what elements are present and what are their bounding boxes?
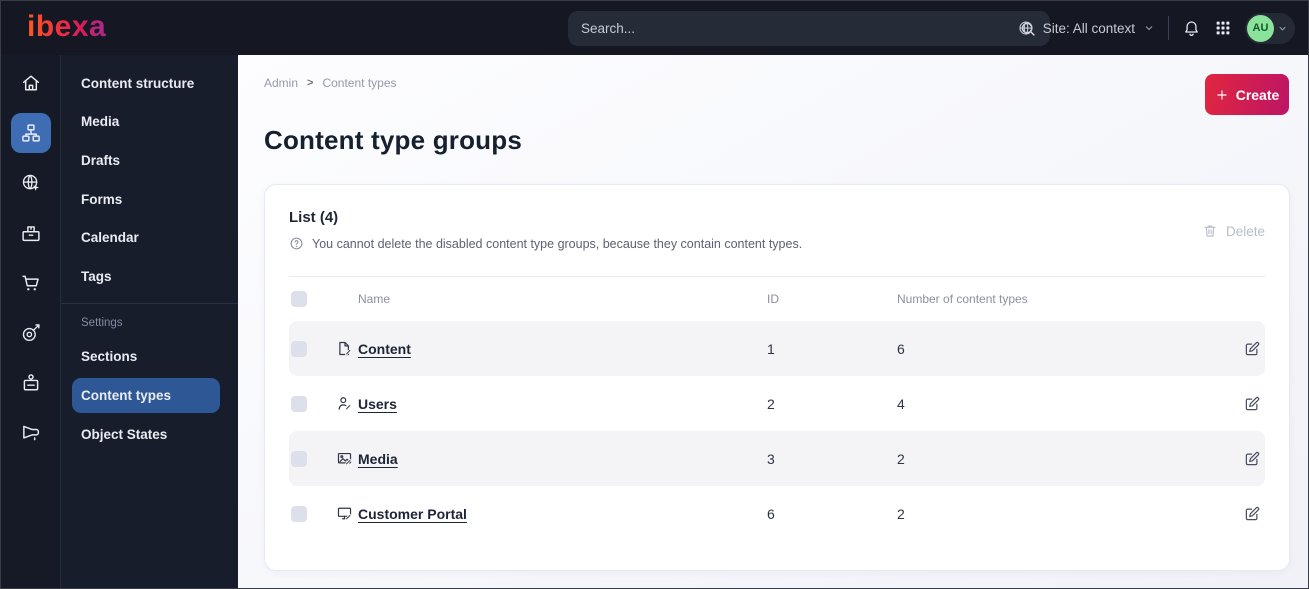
page-title: Content type groups [264, 125, 523, 155]
sidebar-item-sections[interactable]: Sections [61, 338, 238, 377]
chevron-down-icon [1143, 22, 1155, 34]
app-switcher-button[interactable] [1214, 19, 1232, 37]
rail-item-products[interactable] [11, 213, 51, 253]
table-row: Media 3 2 [289, 431, 1265, 486]
rail-item-audience[interactable] [11, 313, 51, 353]
sidebar-item-tags[interactable]: Tags [61, 257, 238, 296]
column-id: ID [767, 292, 779, 306]
ibexa-logo: ibexa [27, 10, 107, 43]
group-name-link[interactable]: Users [358, 396, 767, 412]
sidebar-item-drafts[interactable]: Drafts [61, 141, 238, 180]
sidebar-item-object-states[interactable]: Object States [61, 415, 238, 454]
cart-icon [20, 272, 42, 294]
content-type-groups-panel: List (4) You cannot delete the disabled … [264, 184, 1290, 571]
edit-icon [1245, 451, 1260, 465]
monitor-edit-icon [336, 505, 358, 522]
sidebar-item-content-types[interactable]: Content types [72, 378, 220, 413]
column-count: Number of content types [897, 292, 1028, 306]
file-edit-icon [336, 340, 358, 357]
breadcrumb: Admin > Content types [264, 76, 397, 90]
grid-icon [1214, 19, 1232, 37]
group-name-link[interactable]: Customer Portal [358, 506, 767, 522]
edit-button[interactable] [1243, 395, 1265, 413]
group-id: 2 [767, 395, 775, 412]
row-checkbox[interactable] [291, 395, 307, 412]
product-boxes-icon [20, 222, 42, 244]
rail-item-dashboard[interactable] [11, 63, 51, 103]
rail-item-customer-portal[interactable] [11, 363, 51, 403]
column-name: Name [358, 292, 391, 306]
group-id: 6 [767, 505, 775, 522]
sidebar-item-forms[interactable]: Forms [61, 180, 238, 219]
sidebar-item-calendar[interactable]: Calendar [61, 218, 238, 257]
breadcrumb-admin[interactable]: Admin [264, 76, 298, 90]
menu-divider [61, 302, 238, 304]
row-checkbox[interactable] [291, 340, 307, 357]
breadcrumb-separator: > [307, 77, 314, 89]
edit-icon [1245, 396, 1260, 410]
group-count: 6 [897, 340, 905, 357]
group-count: 2 [897, 450, 905, 467]
icon-rail [1, 55, 61, 588]
search-input[interactable] [581, 21, 1019, 36]
rail-item-content[interactable] [10, 113, 51, 153]
table-header: Name ID Number of content types [289, 277, 1265, 321]
topbar: ibexa Site: All context [1, 1, 1308, 55]
edit-icon [1245, 341, 1260, 355]
image-edit-icon [336, 450, 358, 467]
content-type-groups-table: Name ID Number of content types Content … [289, 276, 1265, 541]
help-icon [289, 236, 304, 251]
id-badge-icon [20, 372, 42, 394]
bell-icon [1182, 19, 1201, 38]
group-count: 4 [897, 395, 905, 412]
create-button[interactable]: Create [1205, 74, 1289, 115]
trash-icon [1202, 223, 1218, 239]
help-text: You cannot delete the disabled content t… [312, 236, 803, 251]
group-id: 1 [767, 340, 775, 357]
sidebar-item-content-structure[interactable]: Content structure [61, 64, 238, 103]
edit-icon [1245, 506, 1260, 520]
breadcrumb-current: Content types [322, 76, 397, 90]
edit-button[interactable] [1243, 450, 1265, 468]
row-checkbox[interactable] [291, 505, 307, 522]
row-checkbox[interactable] [291, 450, 307, 467]
list-title: List (4) [289, 209, 339, 226]
globe-cursor-icon [20, 172, 42, 194]
table-row: Users 2 4 [289, 376, 1265, 431]
user-menu[interactable]: AU [1245, 12, 1295, 44]
notifications-button[interactable] [1182, 19, 1201, 38]
topbar-divider [1168, 16, 1169, 40]
table-row: Customer Portal 6 2 [289, 486, 1265, 541]
search-bar[interactable] [568, 11, 1050, 46]
group-name-link[interactable]: Media [358, 451, 767, 467]
select-all-checkbox[interactable] [291, 291, 307, 307]
site-context-label: Site: All context [1042, 20, 1135, 36]
audience-target-icon [20, 322, 42, 344]
rail-item-site[interactable] [11, 163, 51, 203]
plus-icon [1215, 88, 1229, 102]
chevron-down-icon [1277, 23, 1288, 34]
group-id: 3 [767, 450, 775, 467]
site-context-switcher[interactable]: Site: All context [1017, 19, 1155, 37]
sidebar-menu: Content structure Media Drafts Forms Cal… [61, 55, 238, 588]
megaphone-icon [20, 422, 42, 444]
app-window: ibexa Site: All context [0, 0, 1309, 589]
sidebar-item-media[interactable]: Media [61, 103, 238, 142]
rail-item-campaigns[interactable] [11, 413, 51, 453]
table-row: Content 1 6 [289, 321, 1265, 376]
globe-icon [1017, 19, 1035, 37]
topbar-actions: Site: All context AU [1017, 1, 1295, 55]
avatar: AU [1247, 14, 1274, 42]
user-edit-icon [336, 395, 358, 412]
home-icon [20, 72, 42, 94]
edit-button[interactable] [1243, 505, 1265, 523]
group-count: 2 [897, 505, 905, 522]
delete-button[interactable]: Delete [1202, 223, 1265, 239]
main-content: Admin > Content types Create Content typ… [238, 55, 1308, 588]
content-tree-icon [20, 122, 42, 144]
edit-button[interactable] [1243, 340, 1265, 358]
group-name-link[interactable]: Content [358, 341, 767, 357]
rail-item-commerce[interactable] [11, 263, 51, 303]
menu-section-settings: Settings [81, 316, 123, 329]
